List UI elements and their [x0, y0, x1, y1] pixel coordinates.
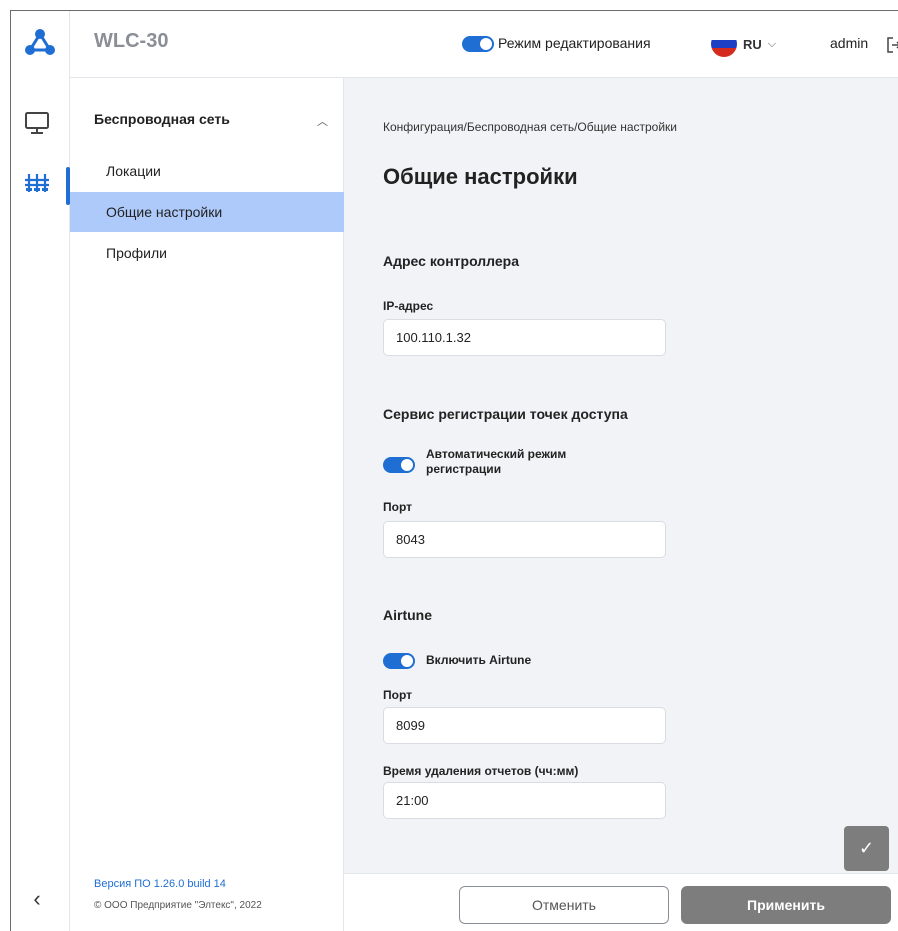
main-content: Конфигурация/Беспроводная сеть/Общие нас… [344, 78, 898, 873]
russia-flag-icon [711, 31, 737, 57]
section-sidebar: Беспроводная сеть ︿ Локации Общие настро… [70, 78, 344, 931]
airtune-title: Airtune [383, 607, 432, 623]
top-header: WLC-30 Режим редактирования RU ⌵ admin [70, 11, 898, 78]
registration-service-title: Сервис регистрации точек доступа [383, 406, 628, 422]
user-name[interactable]: admin [830, 35, 868, 51]
sidebar-item-profiles[interactable]: Профили [70, 233, 344, 273]
controller-address-title: Адрес контроллера [383, 253, 519, 269]
report-time-label: Время удаления отчетов (чч:мм) [383, 764, 579, 778]
collapse-icon[interactable]: ‹ [27, 887, 47, 911]
auto-registration-label: Автоматический режим регистрации [426, 447, 567, 476]
action-bar: Отменить Применить [344, 873, 898, 931]
chevron-up-icon: ︿ [317, 116, 328, 128]
edit-mode-toggle[interactable] [462, 36, 494, 52]
page-title: Общие настройки [383, 164, 578, 189]
check-icon: ✓ [858, 838, 875, 858]
cancel-button[interactable]: Отменить [459, 886, 669, 924]
sidebar-item-label: Общие настройки [106, 204, 223, 220]
section-wireless-network[interactable]: Беспроводная сеть ︿ [94, 111, 334, 133]
app-window: ‹ WLC-30 Режим редактирования RU ⌵ admin… [10, 10, 898, 931]
airtune-enable-toggle[interactable] [383, 653, 415, 669]
copyright: © ООО Предприятие "Элтекс", 2022 [94, 900, 262, 911]
sidebar-item-locations[interactable]: Локации [70, 151, 344, 191]
software-version[interactable]: Версия ПО 1.26.0 build 14 [94, 878, 226, 890]
app-title: WLC-30 [94, 30, 169, 52]
registration-port-input[interactable] [383, 521, 666, 558]
airtune-enable-label: Включить Airtune [426, 653, 532, 667]
logout-icon[interactable] [887, 37, 898, 53]
sidebar-item-general-settings[interactable]: Общие настройки [70, 192, 344, 232]
section-title: Беспроводная сеть [94, 111, 230, 127]
auto-registration-toggle[interactable] [383, 457, 415, 473]
ip-address-input[interactable] [383, 319, 666, 356]
sidebar-item-label: Профили [106, 245, 167, 261]
icon-rail: ‹ [11, 11, 70, 931]
monitor-icon[interactable] [23, 109, 51, 137]
registration-port-label: Порт [383, 500, 413, 514]
ip-address-label: IP-адрес [383, 299, 434, 313]
edit-mode-label: Режим редактирования [498, 35, 651, 51]
apply-button[interactable]: Применить [681, 886, 891, 924]
report-time-input[interactable] [383, 782, 666, 819]
logo-icon [25, 29, 55, 55]
wireless-config-icon[interactable] [23, 169, 51, 197]
confirm-check-button[interactable]: ✓ [844, 826, 889, 871]
language-code: RU [743, 36, 762, 52]
breadcrumb: Конфигурация/Беспроводная сеть/Общие нас… [383, 120, 677, 134]
airtune-port-input[interactable] [383, 707, 666, 744]
chevron-down-icon: ⌵ [767, 37, 777, 50]
language-selector[interactable]: RU ⌵ [711, 31, 776, 57]
airtune-port-label: Порт [383, 688, 413, 702]
sidebar-item-label: Локации [106, 163, 161, 179]
